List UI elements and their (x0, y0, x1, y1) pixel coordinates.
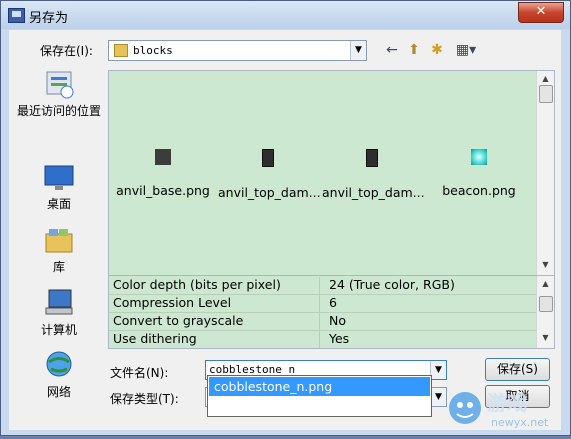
autocomplete-dropdown: cobblestone_n.png (207, 375, 432, 417)
place-libraries[interactable]: 库 (14, 224, 104, 275)
scroll-down-icon[interactable]: ▼ (538, 330, 553, 345)
place-label: 网络 (46, 385, 71, 399)
property-key: Compression Level (113, 295, 320, 312)
image-file-icon (155, 149, 171, 165)
filetype-label: 保存类型(T): (110, 392, 179, 406)
scroll-thumb[interactable] (539, 85, 553, 103)
file-item[interactable]: anvil_top_dam... (322, 149, 425, 200)
folder-icon (114, 44, 128, 57)
scroll-down-icon[interactable]: ▼ (538, 257, 553, 272)
autocomplete-suggestion[interactable]: cobblestone_n.png (209, 377, 430, 396)
save-in-combo[interactable]: blocks ▼ (108, 40, 367, 61)
property-value: Yes (329, 331, 350, 346)
computer-icon (43, 287, 75, 319)
recent-places-icon (43, 68, 75, 100)
image-file-icon (471, 149, 487, 165)
desktop-icon (43, 161, 75, 193)
chevron-down-icon[interactable]: ▼ (430, 361, 446, 379)
window-icon (8, 8, 25, 23)
file-name: anvil_top_dam... (322, 185, 425, 200)
place-computer[interactable]: 计算机 (14, 287, 104, 338)
file-list-scrollbar[interactable]: ▲ ▼ (536, 71, 554, 298)
png-options-table: Color depth (bits per pixel) 24 (True co… (108, 275, 555, 349)
svg-text:游戏: 游戏 (487, 391, 527, 415)
current-folder: blocks (133, 44, 173, 57)
libraries-icon (43, 224, 75, 256)
save-button[interactable]: 保存(S) (485, 358, 550, 381)
place-network[interactable]: 网络 (14, 349, 104, 400)
property-row[interactable]: Compression Level 6 (109, 294, 537, 313)
place-label: 库 (52, 260, 65, 274)
property-row[interactable]: Color depth (bits per pixel) 24 (True co… (109, 276, 537, 295)
back-icon[interactable]: ← (383, 41, 401, 59)
dialog-client-area: 保存在(I): blocks ▼ ← ⬆ ✱ ▦▾ 最近访问的位置 桌面 库 计… (9, 30, 561, 430)
image-file-icon (366, 149, 378, 167)
places-bar: 最近访问的位置 桌面 库 计算机 网络 (9, 60, 109, 399)
chevron-down-icon[interactable]: ▼ (350, 41, 366, 60)
window-title: 另存为 (29, 11, 69, 26)
filename-label: 文件名(N): (110, 366, 169, 380)
property-row[interactable]: Convert to grayscale No (109, 312, 537, 331)
place-recent[interactable]: 最近访问的位置 (14, 68, 104, 119)
network-icon (43, 349, 75, 381)
close-button[interactable]: ✕ (518, 2, 564, 23)
scroll-up-icon[interactable]: ▲ (538, 71, 553, 86)
place-label: 计算机 (40, 323, 77, 337)
property-value: No (329, 313, 346, 328)
property-value: 24 (True color, RGB) (329, 277, 455, 292)
property-row[interactable]: Use dithering Yes (109, 330, 537, 348)
place-desktop[interactable]: 桌面 (14, 161, 104, 212)
property-key: Color depth (bits per pixel) (113, 277, 320, 294)
file-name: anvil_top_dam... (218, 185, 321, 200)
file-item[interactable]: beacon.png (429, 149, 529, 198)
property-key: Convert to grayscale (113, 313, 320, 330)
place-label: 桌面 (46, 197, 71, 211)
save-in-label: 保存在(I): (40, 44, 93, 58)
property-value: 6 (329, 295, 337, 310)
image-file-icon (262, 149, 274, 167)
title-bar: 另存为 ✕ (1, 1, 570, 29)
file-name: anvil_base.png (116, 183, 210, 198)
up-folder-icon[interactable]: ⬆ (405, 41, 423, 59)
new-folder-icon[interactable]: ✱ (428, 41, 446, 59)
view-menu-icon[interactable]: ▦▾ (453, 41, 479, 59)
save-as-dialog: 另存为 ✕ 保存在(I): blocks ▼ ← ⬆ ✱ ▦▾ 最近访问的位置 (0, 0, 571, 436)
place-label: 最近访问的位置 (16, 104, 101, 118)
properties-scrollbar[interactable]: ▲ ▼ (536, 276, 554, 348)
site-watermark: 游戏 newyx.net (443, 380, 571, 436)
file-item[interactable]: anvil_base.png (113, 149, 213, 198)
scroll-thumb[interactable] (539, 296, 553, 312)
file-name: beacon.png (442, 183, 516, 198)
scroll-up-icon[interactable]: ▲ (538, 276, 553, 291)
file-list[interactable]: anvil_base.png anvil_top_dam... anvil_to… (108, 70, 555, 299)
property-key: Use dithering (113, 331, 320, 348)
file-item[interactable]: anvil_top_dam... (218, 149, 321, 200)
watermark-text: newyx.net (491, 416, 549, 429)
